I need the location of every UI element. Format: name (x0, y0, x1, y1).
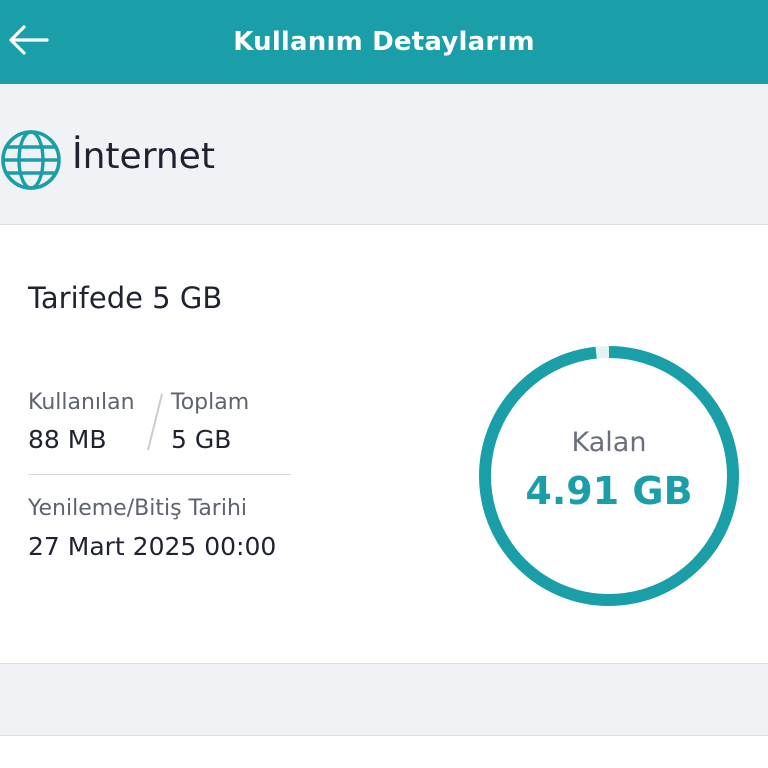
separator-slash (147, 393, 163, 451)
remaining-value: 4.91 GB (525, 469, 693, 513)
arrow-left-icon (9, 25, 49, 55)
section-title: İnternet (72, 136, 215, 177)
used-value: 88 MB (28, 425, 107, 454)
usage-card[interactable]: Tarifede 5 GB Kullanılan 88 MB Toplam 5 … (0, 224, 768, 664)
next-card (0, 736, 768, 768)
renewal-label: Yenileme/Bitiş Tarihi (28, 496, 248, 521)
plan-label: Tarifede 5 GB (28, 281, 223, 315)
remaining-label: Kalan (571, 427, 647, 458)
page-title: Kullanım Detaylarım (233, 27, 535, 57)
renewal-value: 27 Mart 2025 00:00 (28, 532, 277, 561)
divider (28, 474, 291, 475)
total-value: 5 GB (171, 425, 232, 454)
top-app-bar: Kullanım Detaylarım (0, 0, 768, 84)
globe-icon (1, 130, 61, 190)
total-label: Toplam (171, 390, 250, 415)
used-label: Kullanılan (28, 390, 135, 415)
back-button[interactable] (4, 20, 52, 60)
